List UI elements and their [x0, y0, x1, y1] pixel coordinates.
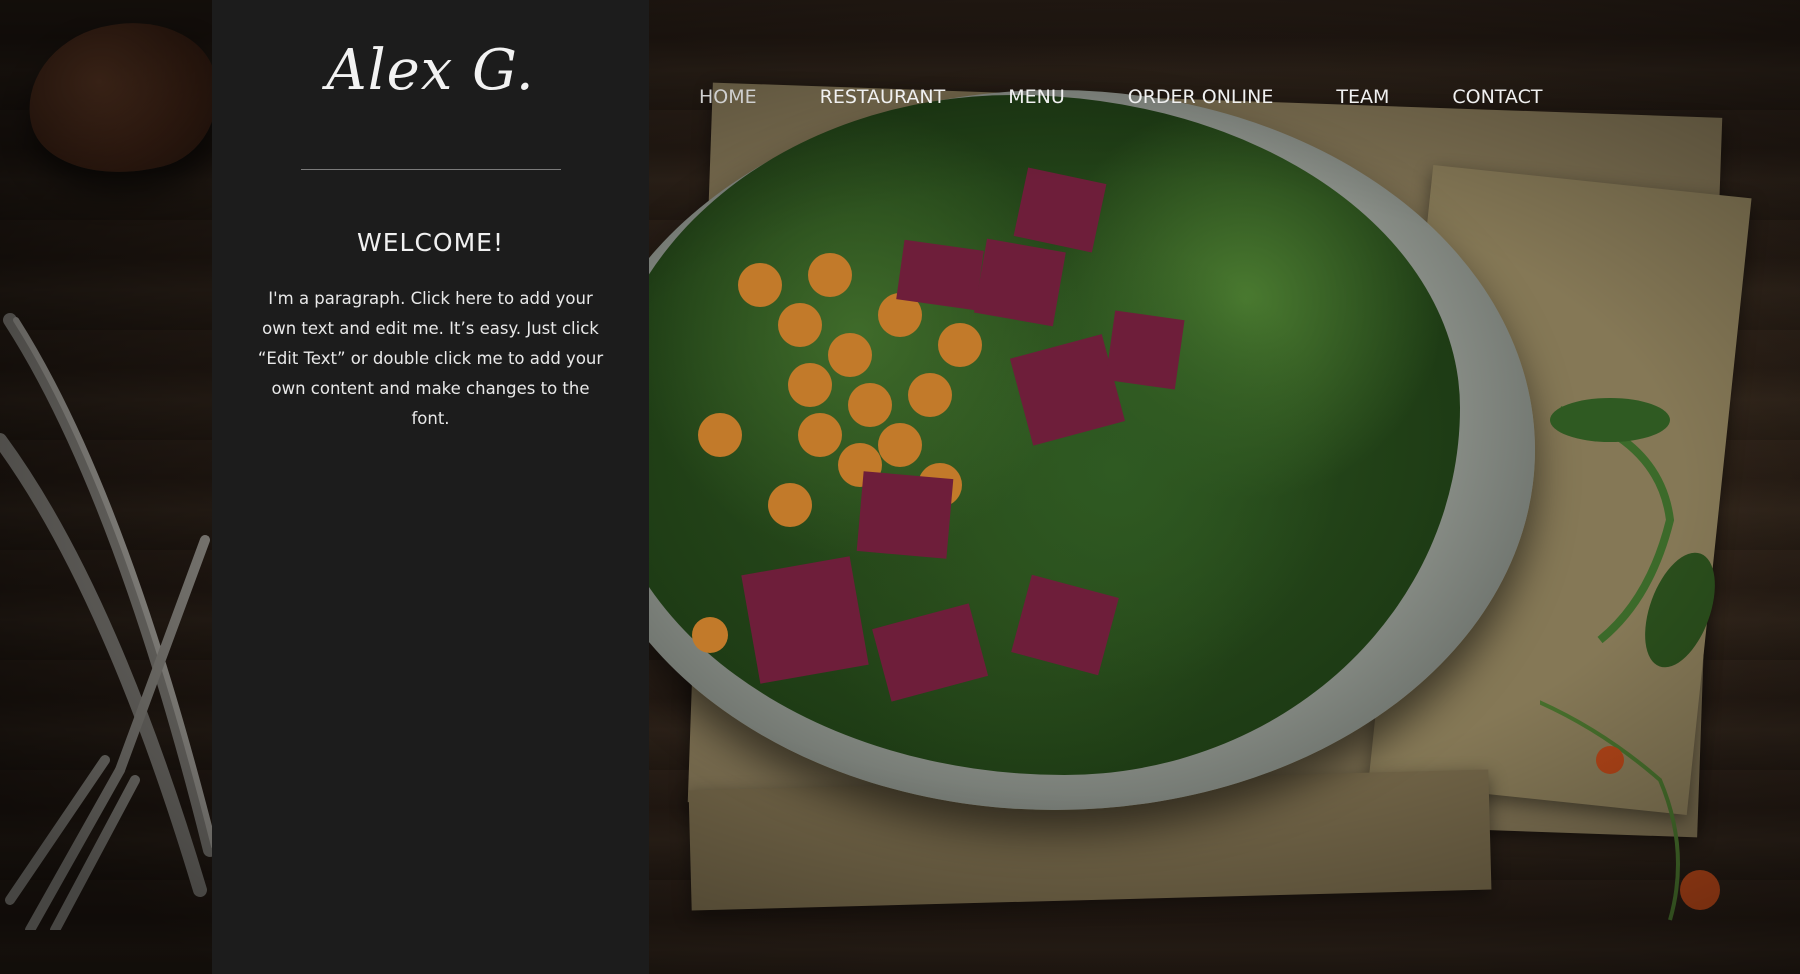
nav-item-menu[interactable]: MENU [1008, 86, 1065, 108]
nav-item-order-online[interactable]: ORDER ONLINE [1128, 86, 1274, 108]
main-navigation: HOME RESTAURANT MENU ORDER ONLINE TEAM C… [699, 86, 1605, 108]
salad-image [600, 95, 1460, 775]
welcome-paragraph: I'm a paragraph. Click here to add your … [257, 289, 604, 428]
welcome-heading: WELCOME! [357, 228, 504, 257]
salad-toppings [692, 167, 1185, 702]
herb-sprig-image [1540, 398, 1720, 921]
divider-line [301, 169, 561, 170]
nav-item-home[interactable]: HOME [699, 86, 757, 108]
site-logo[interactable]: Alex G. [212, 38, 649, 103]
bread-loaf-image [12, 3, 234, 195]
forks-image [0, 313, 217, 930]
nav-item-contact[interactable]: CONTACT [1452, 86, 1542, 108]
nav-item-restaurant[interactable]: RESTAURANT [820, 86, 946, 108]
sidebar-panel: Alex G. WELCOME! I'm a paragraph. Click … [212, 0, 649, 974]
nav-item-team[interactable]: TEAM [1336, 86, 1389, 108]
